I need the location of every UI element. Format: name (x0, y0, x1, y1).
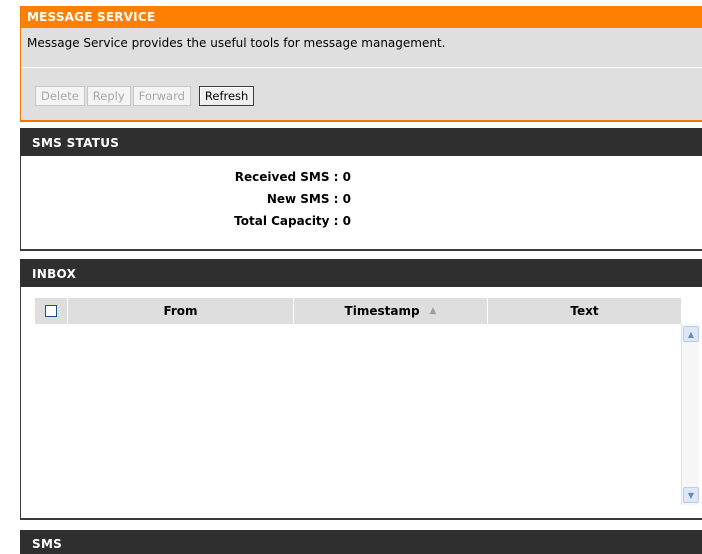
column-text[interactable]: Text (488, 298, 681, 324)
column-text-label: Text (570, 304, 599, 318)
select-all-cell (35, 298, 68, 324)
inbox-table-header: From Timestamp ▲ Text (35, 298, 681, 324)
message-service-panel: MESSAGE SERVICE Message Service provides… (20, 6, 702, 122)
message-service-description: Message Service provides the useful tool… (27, 36, 446, 50)
chevron-up-icon[interactable]: ▲ (683, 326, 699, 342)
column-timestamp-label: Timestamp (344, 304, 420, 318)
sort-ascending-icon: ▲ (429, 306, 437, 316)
chevron-down-icon[interactable]: ▼ (683, 487, 699, 503)
reply-button[interactable]: Reply (86, 86, 131, 106)
forward-button[interactable]: Forward (132, 86, 191, 106)
column-from-label: From (163, 304, 198, 318)
message-toolbar: Delete Reply Forward Refresh (35, 86, 255, 106)
inbox-scrollbar[interactable]: ▲ ▼ (681, 324, 699, 505)
new-sms-count: New SMS : 0 (266, 192, 351, 206)
delete-button[interactable]: Delete (35, 86, 85, 106)
select-all-checkbox[interactable] (45, 305, 57, 317)
sms-status-panel: Received SMS : 0 New SMS : 0 Total Capac… (20, 156, 702, 251)
received-sms-count: Received SMS : 0 (234, 170, 351, 184)
column-timestamp[interactable]: Timestamp ▲ (294, 298, 488, 324)
inbox-header: INBOX (20, 259, 702, 287)
inbox-panel: From Timestamp ▲ Text ▲ ▼ (20, 287, 702, 520)
divider (21, 67, 702, 68)
total-capacity: Total Capacity : 0 (234, 214, 351, 228)
sms-status-header: SMS STATUS (20, 128, 702, 156)
refresh-button[interactable]: Refresh (198, 86, 255, 106)
column-from[interactable]: From (68, 298, 294, 324)
message-service-title: MESSAGE SERVICE (21, 6, 702, 28)
sms-header: SMS (20, 530, 702, 554)
